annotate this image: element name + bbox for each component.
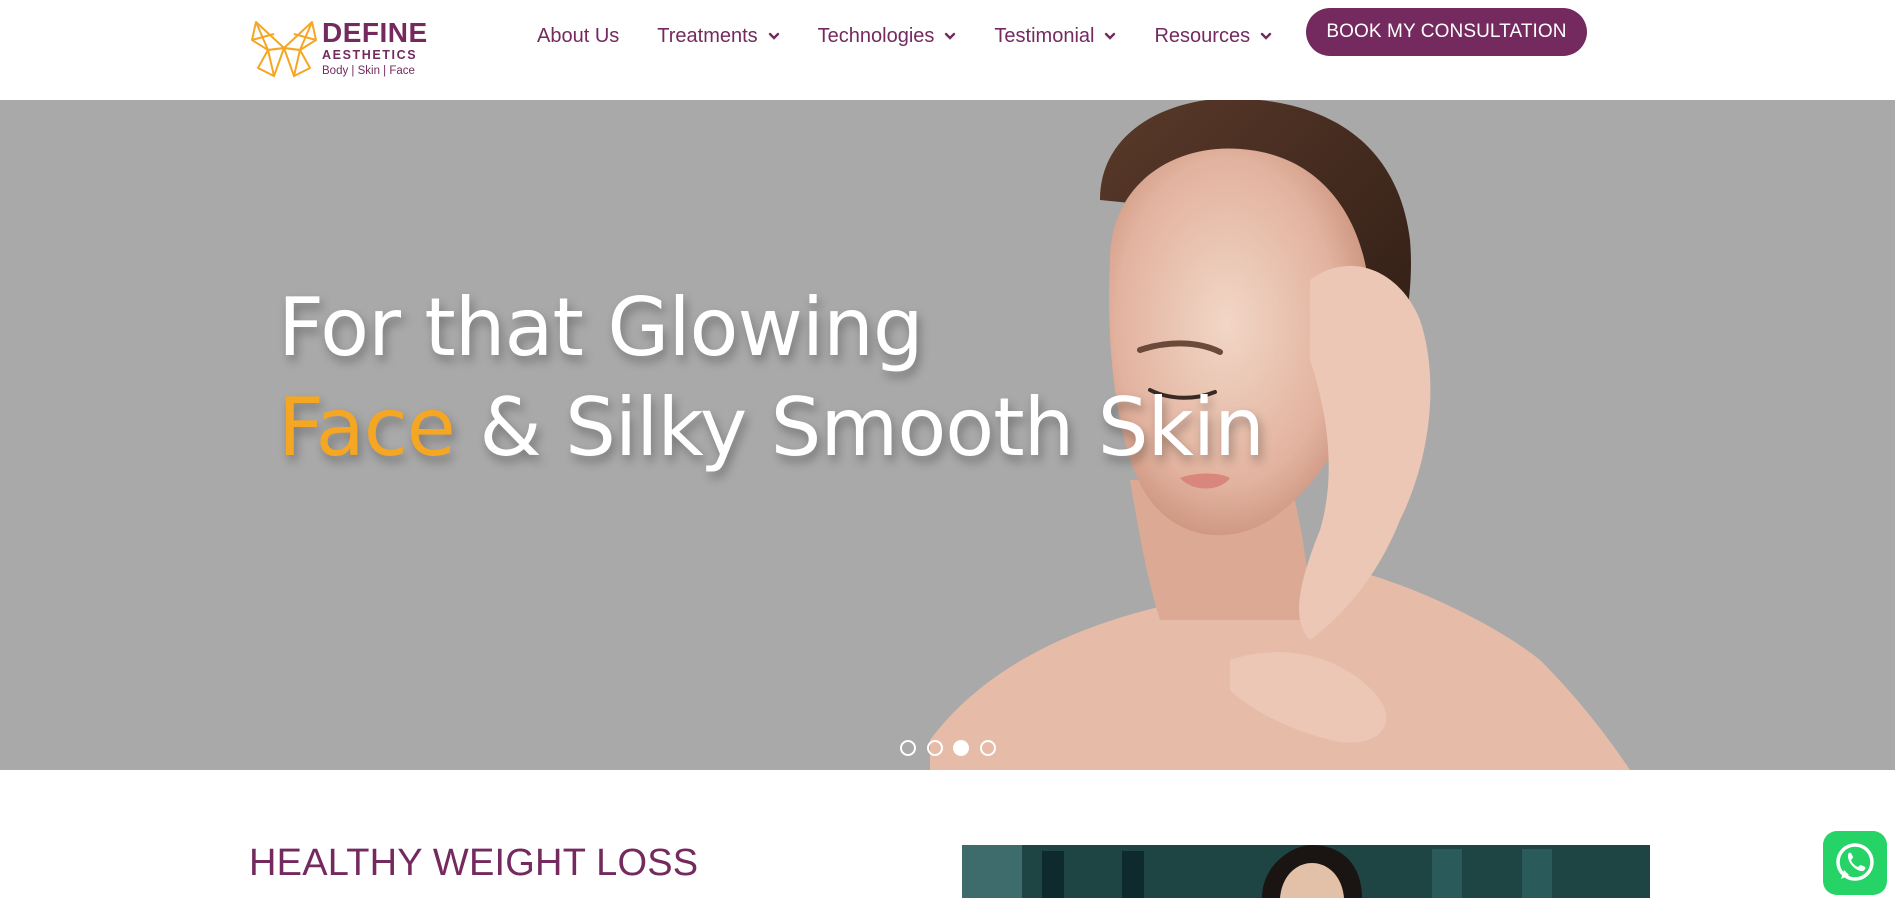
- nav-item-technologies[interactable]: Technologies: [818, 25, 957, 48]
- slider-dot-2[interactable]: [926, 740, 943, 756]
- chevron-down-icon: [768, 30, 780, 42]
- slider-dot-4[interactable]: [979, 740, 996, 756]
- logo-tagline: Body | Skin | Face: [322, 64, 415, 77]
- hero-line-1: For that Glowing: [278, 281, 924, 374]
- hero-headline: For that Glowing Face & Silky Smooth Ski…: [278, 278, 1265, 478]
- butterfly-logo-icon: [251, 21, 317, 77]
- site-header: DEFINE AESTHETICS Body | Skin | Face Abo…: [0, 0, 1895, 100]
- hero-line-2-rest: & Silky Smooth Skin: [454, 381, 1264, 474]
- nav-item-testimonial[interactable]: Testimonial: [994, 25, 1116, 48]
- doctor-photo: [962, 845, 1650, 898]
- book-consultation-button[interactable]: BOOK MY CONSULTATION: [1306, 8, 1587, 56]
- hero-line-2: Face & Silky Smooth Skin: [278, 378, 1265, 478]
- chevron-down-icon: [1104, 30, 1116, 42]
- logo-sub: AESTHETICS: [322, 48, 418, 62]
- main-nav: About Us Treatments Technologies Testimo…: [537, 20, 1310, 52]
- nav-item-label: Testimonial: [994, 24, 1095, 47]
- hero-accent-word: Face: [278, 381, 456, 474]
- nav-item-label: Resources: [1154, 24, 1251, 47]
- slider-dot-3-active[interactable]: [953, 740, 969, 756]
- logo-wordmark: DEFINE AESTHETICS Body | Skin | Face: [322, 19, 428, 77]
- section-title: HEALTHY WEIGHT LOSS: [249, 842, 699, 884]
- chevron-down-icon: [944, 30, 956, 42]
- nav-item-treatments[interactable]: Treatments: [657, 25, 779, 48]
- site-logo[interactable]: DEFINE AESTHETICS Body | Skin | Face: [248, 18, 428, 78]
- logo-name: DEFINE: [322, 17, 428, 48]
- nav-item-resources[interactable]: Resources: [1154, 25, 1272, 48]
- nav-item-label: Technologies: [817, 24, 935, 47]
- whatsapp-chat-button[interactable]: [1823, 831, 1887, 895]
- nav-item-label: About Us: [537, 24, 620, 47]
- nav-item-label: Treatments: [657, 24, 758, 47]
- hero-slider: For that Glowing Face & Silky Smooth Ski…: [0, 100, 1895, 770]
- slider-dot-1[interactable]: [900, 740, 916, 756]
- nav-item-about-us[interactable]: About Us: [537, 25, 619, 48]
- slider-pagination: [900, 740, 1006, 756]
- whatsapp-icon: [1836, 843, 1874, 881]
- chevron-down-icon: [1260, 30, 1272, 42]
